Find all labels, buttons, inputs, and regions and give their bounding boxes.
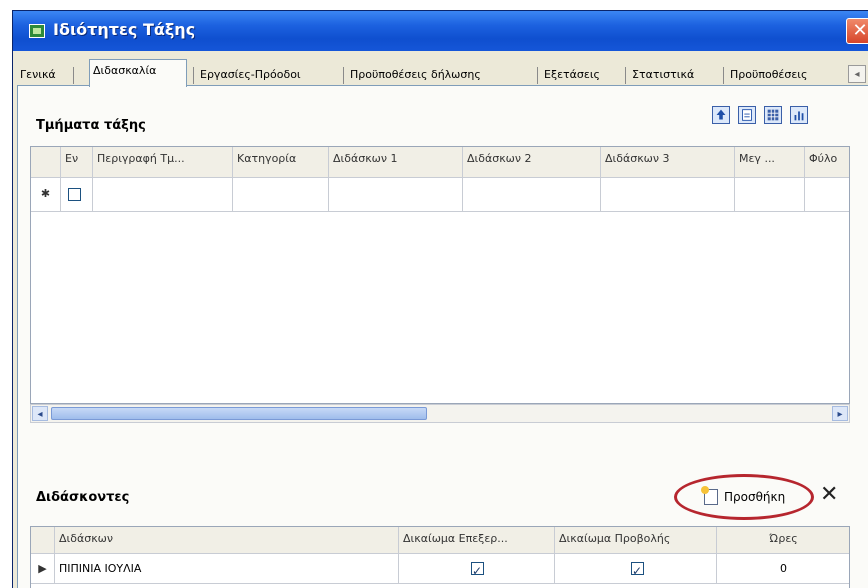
table-cell[interactable]: [93, 178, 233, 212]
scroll-left-icon[interactable]: ◂: [32, 406, 48, 421]
title-bar[interactable]: Ιδιότητες Τάξης ✕: [13, 11, 868, 51]
row-header-corner: [31, 527, 55, 554]
table-cell[interactable]: [805, 178, 849, 212]
view-right-cell[interactable]: [555, 554, 717, 584]
app-icon: [29, 24, 45, 38]
chart-icon[interactable]: [790, 106, 808, 124]
teachers-grid[interactable]: Διδάσκων Δικαίωμα Επεξερ... Δικαίωμα Προ…: [30, 526, 850, 588]
current-row-marker: ▶: [31, 554, 55, 584]
column-header[interactable]: Διδάσκων 1: [329, 147, 463, 178]
horizontal-scrollbar[interactable]: ◂ ▸: [30, 404, 850, 423]
column-header[interactable]: Φύλο: [805, 147, 849, 178]
table-cell[interactable]: [329, 178, 463, 212]
tab-statistics[interactable]: Στατιστικά: [629, 65, 719, 85]
grid-icon[interactable]: [764, 106, 782, 124]
window-title: Ιδιότητες Τάξης: [53, 20, 196, 39]
tab-separator: [625, 67, 626, 84]
scroll-right-icon[interactable]: ▸: [832, 406, 848, 421]
tab-exams[interactable]: Εξετάσεις: [541, 65, 621, 85]
close-button[interactable]: ✕: [846, 18, 868, 44]
tab-general[interactable]: Γενικά: [17, 65, 61, 85]
enabled-cell[interactable]: [61, 178, 93, 212]
tab-teaching[interactable]: Διδασκαλία: [89, 59, 187, 87]
teachers-title: Διδάσκοντες: [36, 490, 130, 505]
tab-separator: [193, 67, 194, 84]
tab-registration-prereq[interactable]: Προϋποθέσεις δήλωσης: [347, 65, 533, 85]
edit-right-checkbox[interactable]: [471, 559, 484, 583]
tab-separator: [537, 67, 538, 84]
column-header[interactable]: Διδάσκων 2: [463, 147, 601, 178]
new-document-icon: [701, 486, 718, 505]
column-header[interactable]: Ώρες: [717, 527, 849, 554]
table-cell[interactable]: [463, 178, 601, 212]
hours-cell[interactable]: 0: [717, 554, 849, 584]
column-header[interactable]: Περιγραφή Τμ...: [93, 147, 233, 178]
teacher-name-cell[interactable]: ΠΙΠΙΝΙΑ ΙΟΥΛΙΑ: [55, 554, 399, 584]
sections-grid[interactable]: Εν Περιγραφή Τμ... Κατηγορία Διδάσκων 1 …: [30, 146, 850, 404]
export-icon[interactable]: [738, 106, 756, 124]
enabled-checkbox[interactable]: [68, 188, 81, 201]
import-icon[interactable]: [712, 106, 730, 124]
view-right-checkbox[interactable]: [631, 559, 644, 583]
table-cell[interactable]: [233, 178, 329, 212]
add-button-label: Προσθήκη: [724, 490, 786, 504]
column-header[interactable]: Διδάσκων: [55, 527, 399, 554]
tab-separator: [723, 67, 724, 84]
add-highlight: Προσθήκη: [674, 474, 814, 520]
scrollbar-thumb[interactable]: [51, 407, 427, 420]
new-row-marker: ✱: [31, 178, 61, 212]
tab-scroll-left-icon[interactable]: ◂: [848, 65, 866, 83]
add-button[interactable]: Προσθήκη: [701, 486, 786, 508]
column-header[interactable]: Δικαίωμα Προβολής: [555, 527, 717, 554]
row-header-corner: [31, 147, 61, 178]
table-cell[interactable]: [735, 178, 805, 212]
delete-icon[interactable]: ✕: [820, 484, 838, 506]
column-header[interactable]: Εν: [61, 147, 93, 178]
tab-assignments[interactable]: Εργασίες-Πρόοδοι: [197, 65, 339, 85]
tab-prerequisites[interactable]: Προϋποθέσεις: [727, 65, 831, 85]
edit-right-cell[interactable]: [399, 554, 555, 584]
column-header[interactable]: Κατηγορία: [233, 147, 329, 178]
tab-separator: [343, 67, 344, 84]
column-header[interactable]: Δικαίωμα Επεξερ...: [399, 527, 555, 554]
tab-separator: [73, 67, 74, 84]
table-cell[interactable]: [601, 178, 735, 212]
sections-title: Τμήματα τάξης: [36, 118, 146, 133]
column-header[interactable]: Μεγ ...: [735, 147, 805, 178]
tab-strip: Γενικά Διδασκαλία Εργασίες-Πρόοδοι Προϋπ…: [13, 59, 868, 87]
column-header[interactable]: Διδάσκων 3: [601, 147, 735, 178]
